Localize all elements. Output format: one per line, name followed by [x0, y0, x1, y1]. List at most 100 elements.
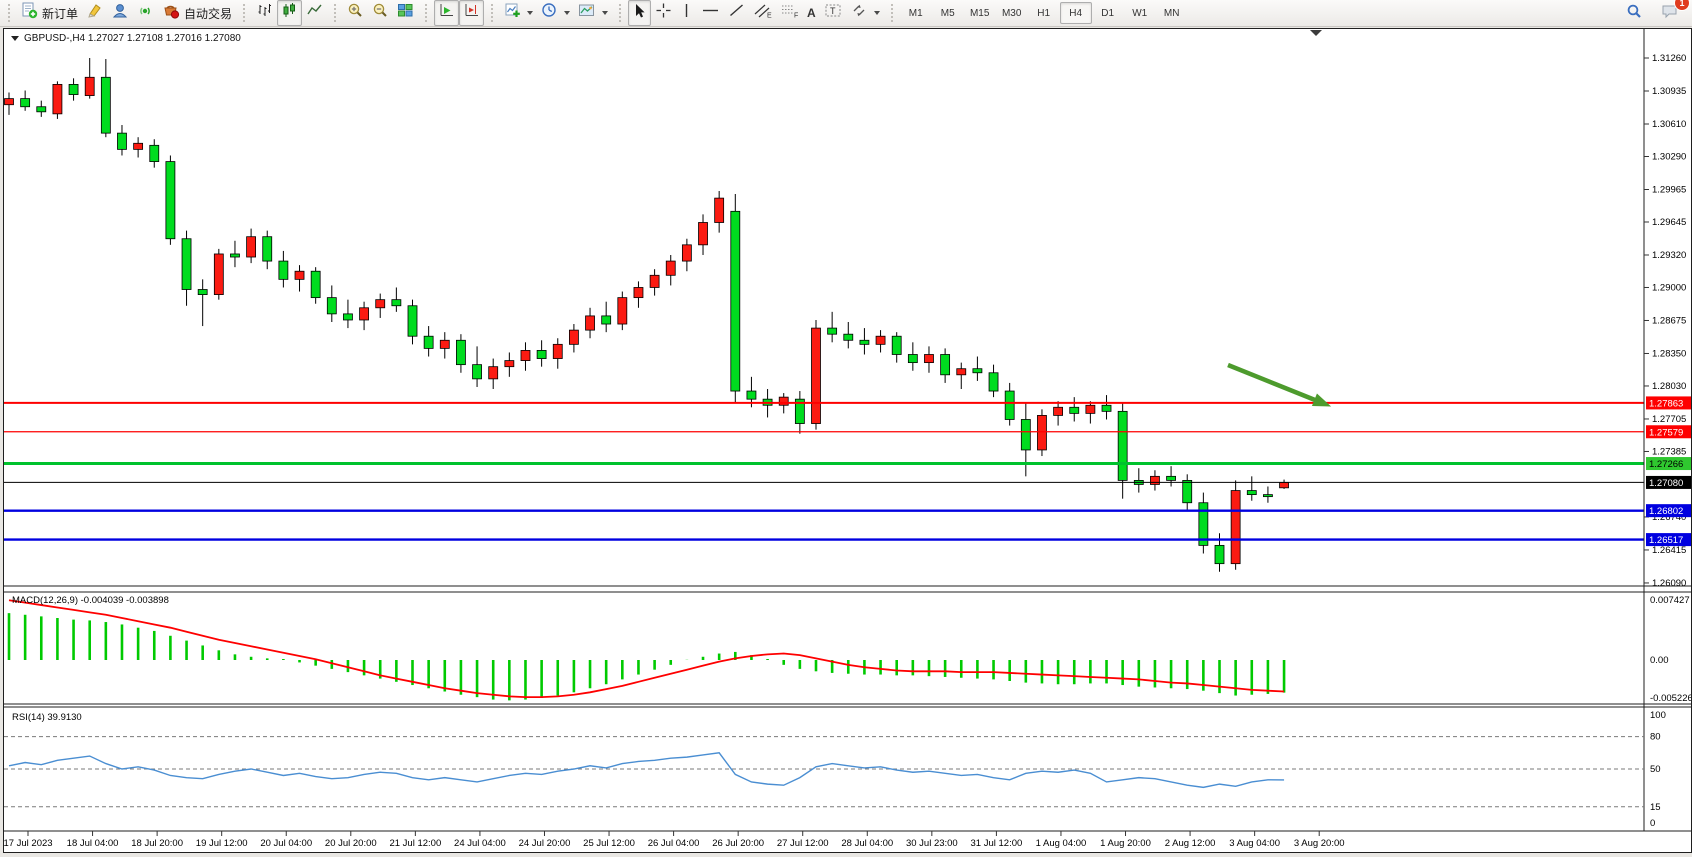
toolbar-drag-handle: [8, 4, 14, 22]
trendline-button[interactable]: [724, 0, 749, 26]
horizontal-line-icon: [701, 2, 720, 24]
tile-windows-button[interactable]: [393, 0, 418, 26]
symbol-dropdown-icon[interactable]: [11, 36, 19, 41]
bar-chart-button[interactable]: [252, 0, 277, 26]
text-tool-icon: A: [807, 6, 816, 20]
candle-body: [1280, 482, 1289, 487]
indicators-dropdown-caret[interactable]: [527, 11, 533, 15]
price-tick-label: 1.31260: [1652, 53, 1686, 64]
signals-icon: [137, 2, 154, 24]
candle-body: [440, 340, 449, 348]
timeframe-m30-button[interactable]: M30: [996, 2, 1028, 24]
candle-body: [473, 365, 482, 379]
toolbar-drag-handle: [619, 4, 625, 22]
cursor-button[interactable]: [628, 0, 651, 26]
zoom-out-icon: [372, 2, 389, 24]
candle-body: [279, 261, 288, 279]
chart-shift-button[interactable]: [459, 0, 484, 26]
candle-body: [101, 77, 110, 133]
toolbar-group-trade: 新订单 自动交易: [4, 0, 239, 27]
timeframe-m5-button[interactable]: M5: [932, 2, 964, 24]
indicators-button[interactable]: [500, 0, 537, 26]
candle-body: [1070, 407, 1079, 413]
candle-body: [424, 336, 433, 348]
new-order-button[interactable]: 新订单: [17, 0, 82, 26]
timeframe-buttons: M1M5M15M30H1H4D1W1MN: [900, 2, 1188, 24]
timeframe-m15-button[interactable]: M15: [964, 2, 996, 24]
candle-body: [1247, 491, 1256, 495]
community-button[interactable]: [107, 0, 133, 26]
toolbar-drag-handle: [425, 4, 431, 22]
candle-body: [1102, 405, 1111, 411]
main-toolbar: 新订单 自动交易: [0, 0, 1692, 27]
zoom-in-icon: [347, 2, 364, 24]
candle-body: [618, 298, 627, 324]
search-button[interactable]: [1622, 1, 1647, 27]
svg-text:F: F: [794, 13, 798, 20]
fibonacci-button[interactable]: F: [776, 0, 803, 26]
equidistant-channel-icon: E: [753, 2, 772, 24]
text-button[interactable]: A: [803, 0, 820, 26]
time-tick-label: 20 Jul 20:00: [325, 838, 377, 849]
candle-body: [150, 145, 159, 161]
periods-dropdown-caret[interactable]: [564, 11, 570, 15]
text-label-button[interactable]: T: [820, 0, 847, 26]
candle-body: [682, 245, 691, 261]
timeframe-h1-button[interactable]: H1: [1028, 2, 1060, 24]
timeframe-m1-button[interactable]: M1: [900, 2, 932, 24]
candle-body: [941, 354, 950, 374]
auto-trading-button[interactable]: 自动交易: [158, 0, 236, 26]
rsi-axis-label: 80: [1650, 732, 1661, 743]
time-tick-label: 26 Jul 04:00: [648, 838, 700, 849]
vertical-line-button[interactable]: [676, 0, 697, 26]
highlighter-button[interactable]: [82, 0, 107, 26]
templates-button[interactable]: [574, 0, 612, 26]
line-chart-button[interactable]: [302, 0, 327, 26]
svg-text:T: T: [830, 6, 836, 16]
candle-body: [1150, 476, 1159, 484]
tile-windows-icon: [397, 2, 414, 24]
templates-dropdown-caret[interactable]: [602, 11, 608, 15]
timeframe-w1-button[interactable]: W1: [1124, 2, 1156, 24]
crosshair-button[interactable]: [651, 0, 676, 26]
periods-button[interactable]: [537, 0, 574, 26]
zoom-in-button[interactable]: [343, 0, 368, 26]
auto-scroll-button[interactable]: [434, 0, 459, 26]
chat-button[interactable]: 1: [1657, 1, 1684, 27]
candle-body: [182, 239, 191, 290]
time-tick-label: 31 Jul 12:00: [971, 838, 1023, 849]
arrows-tool-button[interactable]: [847, 0, 884, 26]
equidistant-channel-button[interactable]: E: [749, 0, 776, 26]
candle-body: [650, 275, 659, 287]
arrows-dropdown-caret[interactable]: [874, 11, 880, 15]
candlestick-chart-button[interactable]: [277, 0, 302, 26]
timeframe-mn-button[interactable]: MN: [1156, 2, 1188, 24]
price-tick-label: 1.30610: [1652, 119, 1686, 130]
candle-body: [214, 254, 223, 295]
chart-shift-icon: [463, 2, 480, 24]
price-tick-label: 1.29000: [1652, 282, 1686, 293]
time-tick-label: 17 Jul 2023: [4, 838, 53, 849]
timeframe-d1-button[interactable]: D1: [1092, 2, 1124, 24]
candle-body: [1086, 405, 1095, 413]
signals-button[interactable]: [133, 0, 158, 26]
price-tick-label: 1.26415: [1652, 545, 1686, 556]
candle-body: [828, 328, 837, 334]
horizontal-line-button[interactable]: [697, 0, 724, 26]
candle-body: [505, 361, 514, 367]
chart-title[interactable]: GBPUSD-,H4 1.27027 1.27108 1.27016 1.270…: [11, 33, 241, 44]
price-tick-label: 1.28675: [1652, 315, 1686, 326]
candle-body: [376, 300, 385, 308]
time-tick-label: 27 Jul 12:00: [777, 838, 829, 849]
auto-trading-label: 自动交易: [184, 5, 232, 22]
chart-canvas[interactable]: 1.312601.309351.306101.302901.299651.296…: [4, 29, 1691, 852]
new-order-icon: [21, 2, 38, 24]
candle-body: [1005, 391, 1014, 419]
zoom-out-button[interactable]: [368, 0, 393, 26]
timeframe-h4-button[interactable]: H4: [1060, 2, 1092, 24]
price-tick-label: 1.27385: [1652, 446, 1686, 457]
time-tick-label: 18 Jul 20:00: [131, 838, 183, 849]
candle-body: [5, 99, 14, 105]
toolbar-group-timeframes: M1M5M15M30H1H4D1W1MN: [887, 0, 1191, 27]
candle-body: [908, 354, 917, 362]
